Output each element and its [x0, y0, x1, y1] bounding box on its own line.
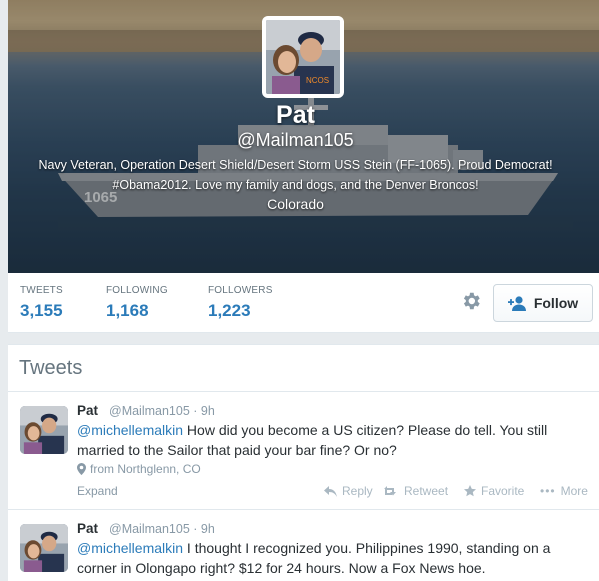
tweets-heading: Tweets [19, 357, 83, 379]
expand-link[interactable]: Expand [77, 484, 118, 498]
tweet-author-name[interactable]: Pat [77, 521, 98, 536]
profile-stats-bar: TWEETS 3,155 FOLLOWING 1,168 FOLLOWERS 1… [8, 273, 599, 333]
tweet-item[interactable]: Pat @Mailman105 · 9h @michellemalkin I t… [8, 521, 599, 581]
tweet-text: @michellemalkin How did you become a US … [77, 422, 548, 458]
tweet-avatar[interactable] [20, 524, 68, 572]
tweet-timestamp[interactable]: 9h [201, 522, 215, 536]
location-pin-icon [77, 463, 86, 475]
tweet-mention-link[interactable]: @michellemalkin [77, 422, 183, 438]
cap-text: NCOS [306, 76, 329, 85]
reply-icon [324, 485, 337, 497]
tweet-item[interactable]: Pat @Mailman105 · 9h @michellemalkin How… [8, 403, 599, 513]
tweet-author-handle[interactable]: @Mailman105 [109, 404, 190, 418]
tweet-actions: Reply Retweet Favorite ••• More [324, 484, 588, 498]
gear-icon[interactable] [460, 290, 482, 312]
add-user-icon [507, 296, 526, 311]
tweet-mention-link[interactable]: @michellemalkin [77, 540, 183, 556]
profile-handle: @Mailman105 [237, 130, 354, 150]
stat-following[interactable]: FOLLOWING 1,168 [106, 285, 168, 321]
stat-followers[interactable]: FOLLOWERS 1,223 [208, 285, 273, 321]
tweet-text: @michellemalkin I thought I recognized y… [77, 540, 551, 576]
favorite-button[interactable]: Favorite [464, 484, 540, 498]
retweet-button[interactable]: Retweet [384, 484, 464, 498]
profile-name: Pat [276, 101, 315, 129]
tweet-author-handle[interactable]: @Mailman105 [109, 522, 190, 536]
tweet-timestamp[interactable]: 9h [201, 404, 215, 418]
profile-location: Colorado [267, 196, 324, 212]
tweet-author-name[interactable]: Pat [77, 403, 98, 418]
retweet-icon [384, 485, 396, 495]
avatar-photo: NCOS [266, 20, 340, 94]
favorite-icon [464, 485, 476, 497]
tweet-meta: @Mailman105 · 9h [109, 522, 215, 536]
stat-tweets[interactable]: TWEETS 3,155 [20, 285, 63, 321]
tweet-location[interactable]: from Northglenn, CO [77, 462, 201, 476]
profile-avatar[interactable]: NCOS [262, 16, 344, 98]
reply-button[interactable]: Reply [324, 484, 378, 498]
tweets-panel: Tweets Pat @Mailman105 · 9h @michellemal… [8, 344, 599, 581]
more-button[interactable]: ••• More [540, 484, 588, 498]
tweet-avatar[interactable] [20, 406, 68, 454]
follow-button[interactable]: Follow [493, 284, 593, 322]
profile-bio: Navy Veteran, Operation Desert Shield/De… [38, 158, 553, 192]
tweet-meta: @Mailman105 · 9h [109, 404, 215, 418]
more-icon: ••• [540, 484, 556, 498]
